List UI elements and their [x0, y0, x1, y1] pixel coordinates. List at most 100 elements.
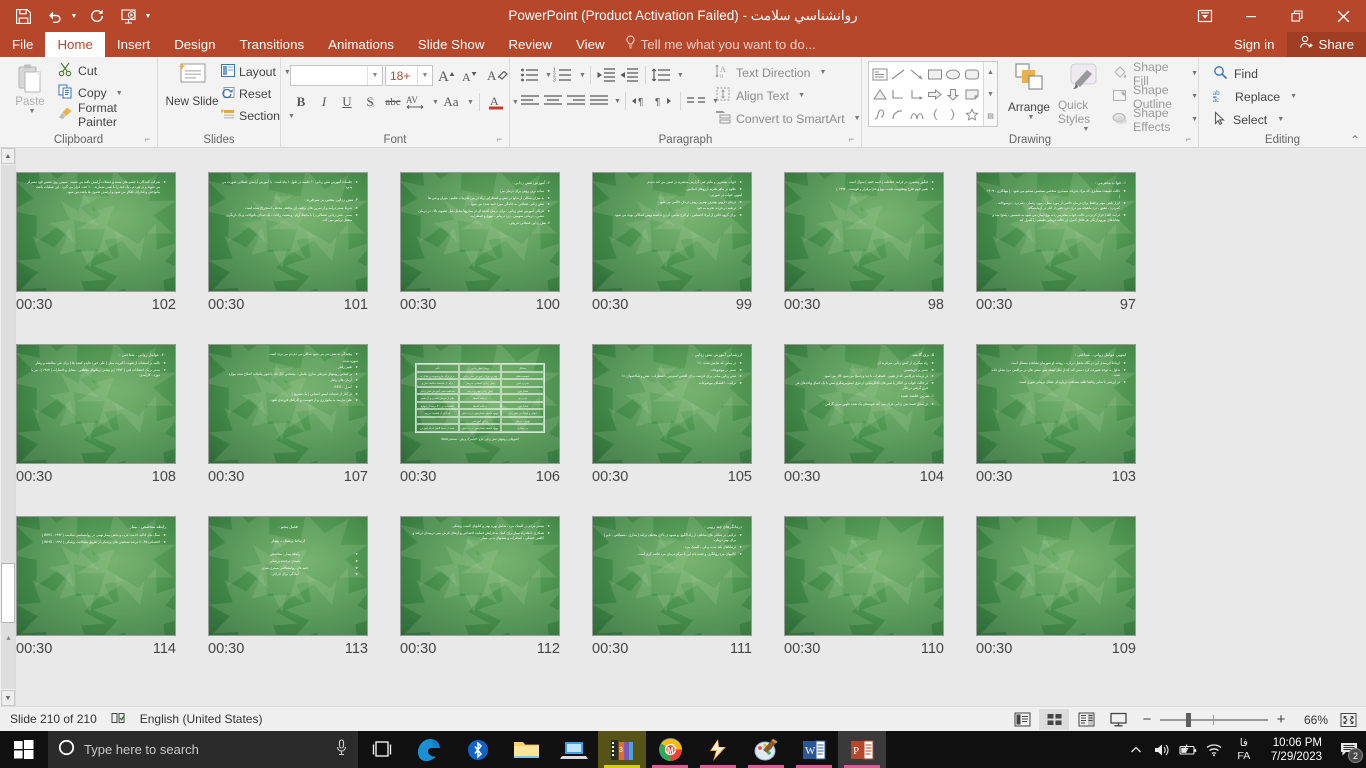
start-button[interactable] [0, 731, 48, 768]
tab-slide-show[interactable]: Slide Show [406, 32, 497, 57]
slide-thumbnail[interactable]: پیچیدگی به تنش سر می شود شکلی می دم دم م… [208, 344, 368, 464]
slide-thumbnail-cell[interactable]: فیگور بیشمری در فرایند حفاظت ( فیمه خفیه… [784, 172, 976, 344]
font-color-button[interactable]: A [485, 91, 507, 113]
slide-thumbnail-cell[interactable]: درمانگرهای چند رویی :ترکیبی در شکلی های … [592, 516, 784, 688]
collapse-ribbon-button[interactable]: ⌃ [1350, 133, 1360, 147]
align-left-button[interactable] [518, 90, 541, 112]
slide-thumbnail-cell[interactable]: خواب بیشترین و ماهر غنی گزارش منتشره در … [592, 172, 784, 344]
increase-font-size-button[interactable]: A [437, 64, 459, 86]
align-text-button[interactable]: Align Text ▼ [715, 84, 861, 107]
slide-thumbnail-cell[interactable]: بیشتر مردم در کلینیک مرد ، شامل بهره بهت… [400, 516, 592, 688]
slide-thumbnail[interactable] [784, 516, 944, 636]
slide-thumbnail-cell[interactable]: فصل پنجم :ارتباط پزشک – بیماررابطه بیمار… [208, 516, 400, 688]
slide-thumbnail-cell[interactable]: ۵- برق گانشد :راه میگیری از کنش زدایی سر… [784, 344, 976, 516]
zoom-control[interactable]: − + 66% [1141, 711, 1328, 728]
align-center-button[interactable] [541, 90, 564, 112]
paint-icon[interactable] [742, 731, 790, 768]
slide-thumbnail[interactable]: ۲- آموزش تنش زدایی :ساده ترین روش برای د… [400, 172, 560, 292]
font-size-combobox[interactable]: 18+ ▼ [385, 65, 433, 86]
chevron-down-icon[interactable]: ▼ [614, 98, 621, 105]
columns-button[interactable] [685, 90, 708, 112]
chevron-down-icon[interactable]: ▼ [29, 108, 36, 115]
reset-button[interactable]: Reset [221, 83, 279, 105]
view-slide-sorter-button[interactable] [1039, 709, 1069, 730]
shapes-more-icon[interactable]: ▤ [984, 105, 997, 126]
vertical-scrollbar[interactable]: ▲ ▲ ▼ [0, 148, 16, 706]
slide-thumbnail-cell[interactable]: 00:30110 [784, 516, 976, 688]
chevron-down-icon[interactable]: ▼ [1083, 126, 1090, 133]
slide-thumbnail[interactable]: فیگور بیشمری در فرایند حفاظت ( فیمه خفیه… [784, 172, 944, 292]
numbering-button[interactable]: 123 [552, 64, 575, 86]
chevron-down-icon[interactable]: ▼ [432, 99, 439, 106]
shapes-gallery[interactable]: ▲ ▼ ▤ [868, 61, 998, 127]
slide-thumbnail[interactable]: رابطه متخصص - بیمارسنگ بنای فاکید خدمت غ… [16, 516, 176, 636]
shape-effects-button[interactable]: Shape Effects ▼ [1112, 108, 1198, 131]
quick-styles-button[interactable]: Quick Styles ▼ [1058, 61, 1110, 133]
clear-formatting-button[interactable]: A [487, 64, 509, 86]
bullets-button[interactable] [518, 64, 541, 86]
chevron-down-icon[interactable]: ▼ [1191, 70, 1198, 77]
chevron-down-icon[interactable]: ▼ [1028, 114, 1035, 121]
zoom-slider[interactable] [1160, 713, 1268, 727]
zoom-in-button[interactable]: + [1275, 711, 1287, 728]
tab-animations[interactable]: Animations [316, 32, 406, 57]
chevron-down-icon[interactable]: ▼ [820, 69, 827, 76]
chevron-down-icon[interactable]: ▼ [579, 72, 586, 79]
character-spacing-button[interactable]: AV [405, 91, 427, 113]
wifi-icon[interactable] [1201, 731, 1227, 768]
slide-thumbnail[interactable]: ۶۰- عوامل روانی - شناختی :ثالثیه بر استف… [16, 344, 176, 464]
scrollbar-thumb[interactable] [1, 563, 15, 623]
view-reading-button[interactable] [1071, 709, 1101, 730]
tab-transitions[interactable]: Transitions [228, 32, 317, 57]
slide-thumbnail-cell[interactable]: جلسات آموزش تنش زدایی ۱۰ جلسه در طول ۶ م… [208, 172, 400, 344]
shape-folded-corner-icon[interactable] [963, 84, 981, 104]
microsoft-word-icon[interactable]: W [790, 731, 838, 768]
justify-button[interactable] [587, 90, 610, 112]
text-shadow-button[interactable]: S [359, 91, 381, 113]
ribbon-display-options-icon[interactable] [1182, 0, 1228, 32]
underline-button[interactable]: U [336, 91, 358, 113]
chevron-down-icon[interactable]: ▼ [417, 66, 432, 85]
slide-thumbnail[interactable]: ۵- برق گانشد :راه میگیری از کنش زدایی سر… [784, 344, 944, 464]
new-slide-button[interactable]: New Slide [165, 61, 219, 129]
convert-to-smartart-button[interactable]: Convert to SmartArt ▼ [715, 107, 861, 130]
scroll-up-button[interactable]: ▲ [1, 148, 15, 164]
show-hidden-icons-icon[interactable] [1123, 731, 1149, 768]
scroll-page-down-icon[interactable]: ▲ [4, 635, 13, 642]
font-name-combobox[interactable]: ▼ [290, 65, 383, 86]
shape-down-arrow-icon[interactable] [944, 84, 962, 104]
slide-thumbnail-cell[interactable]: ۱- خواب محترمی :حالت طبیعت متمایزی که مر… [976, 172, 1168, 344]
arrange-button[interactable]: Arrange ▼ [1002, 61, 1056, 133]
drawing-dialog-launcher[interactable]: ⌐ [1183, 134, 1194, 145]
cut-button[interactable]: Cut [56, 60, 156, 82]
zoom-out-button[interactable]: − [1141, 711, 1153, 728]
align-right-button[interactable] [564, 90, 587, 112]
battery-icon[interactable] [1175, 731, 1201, 768]
decrease-indent-button[interactable] [595, 64, 618, 86]
slide-thumbnail-cell[interactable]: شرکت کنندگان با چشم های بسته و عضلات آرا… [16, 172, 208, 344]
shape-oval-icon[interactable] [944, 64, 962, 84]
slide-thumbnail[interactable]: ارزشیابی آموزش تنش زدایی :در مبانی که نم… [592, 344, 752, 464]
line-spacing-button[interactable] [650, 64, 673, 86]
chevron-down-icon[interactable]: ▼ [854, 115, 861, 122]
tab-view[interactable]: View [564, 32, 617, 57]
slide-thumbnail[interactable]: خواب بیشترین و ماهر غنی گزارش منتشره در … [592, 172, 752, 292]
shape-rounded-rect-icon[interactable] [963, 64, 981, 84]
tab-review[interactable]: Review [496, 32, 564, 57]
chevron-down-icon[interactable]: ▼ [467, 99, 474, 106]
change-case-button[interactable]: Aa [440, 91, 462, 113]
rtl-direction-button[interactable]: ¶ [653, 90, 676, 112]
tab-home[interactable]: Home [45, 32, 104, 57]
shape-triangle-icon[interactable] [871, 84, 889, 104]
slide-thumbnail[interactable] [976, 516, 1136, 636]
slide-thumbnail-cell[interactable]: ارزشیابی آموزش تنش زدایی :در مبانی که نم… [592, 344, 784, 516]
google-chrome-icon[interactable]: M [646, 731, 694, 768]
language-indicator[interactable]: English (United States) [140, 712, 263, 726]
format-painter-button[interactable]: Format Painter [56, 104, 156, 126]
shape-elbow-connector-icon[interactable] [889, 84, 907, 104]
bold-button[interactable]: B [290, 91, 312, 113]
winamp-icon[interactable] [694, 731, 742, 768]
increase-indent-button[interactable] [618, 64, 641, 86]
close-button[interactable] [1320, 0, 1366, 32]
chevron-down-icon[interactable]: ▼ [1191, 93, 1198, 100]
